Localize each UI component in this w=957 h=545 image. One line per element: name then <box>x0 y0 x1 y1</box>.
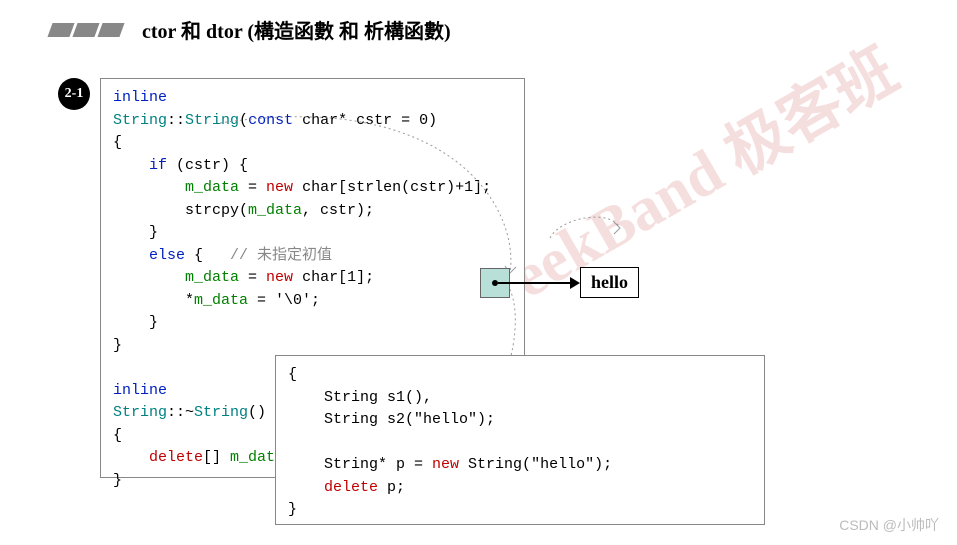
tok: ); <box>594 456 612 473</box>
tok: strcpy( <box>113 202 248 219</box>
tok-str: "hello" <box>531 456 594 473</box>
slide-number-badge: 2-1 <box>58 78 90 110</box>
kw-new: new <box>432 456 459 473</box>
tok: String s2( <box>288 411 414 428</box>
tok-mdata: m_data <box>194 292 248 309</box>
kw-inline: inline <box>113 382 167 399</box>
tok: p; <box>378 479 405 496</box>
tok: = <box>239 269 266 286</box>
tok: , cstr); <box>302 202 374 219</box>
tok <box>113 269 185 286</box>
tok: char[strlen(cstr)+1]; <box>293 179 491 196</box>
code-block-usage: { String s1(), String s2("hello"); Strin… <box>275 355 765 525</box>
tok: char* cstr = 0) <box>293 112 437 129</box>
arrow-line-icon <box>498 282 576 284</box>
tok-dtor: String <box>194 404 248 421</box>
tok: ::~ <box>167 404 194 421</box>
tok: , <box>423 389 432 406</box>
kw-new: new <box>266 179 293 196</box>
hello-label: hello <box>580 267 639 298</box>
watermark-footer: CSDN @小帅吖 <box>839 515 939 535</box>
tok: = <box>239 179 266 196</box>
tok-mdata: m_data <box>185 179 239 196</box>
kw-if: if <box>113 157 167 174</box>
tok: } <box>113 224 158 241</box>
kw-delete: delete <box>324 479 378 496</box>
tok <box>113 179 185 196</box>
kw-new: new <box>266 269 293 286</box>
tok: String* p = <box>288 456 432 473</box>
tok: } <box>113 472 122 489</box>
kw-inline: inline <box>113 89 167 106</box>
tok <box>113 449 149 466</box>
tok: (cstr) { <box>167 157 248 174</box>
tok: } <box>113 337 122 354</box>
header-stripes-icon <box>50 23 122 37</box>
tok: () <box>248 404 266 421</box>
kw-delete: delete <box>149 449 203 466</box>
tok: } <box>288 501 297 518</box>
tok-class: String <box>113 404 167 421</box>
tok: String s1() <box>288 389 423 406</box>
tok-mdata: m_data <box>185 269 239 286</box>
kw-const: const <box>248 112 293 129</box>
tok-str: "hello" <box>414 411 477 428</box>
tok <box>288 479 324 496</box>
tok: :: <box>167 112 185 129</box>
tok-ctor: String <box>185 112 239 129</box>
tok: { <box>113 134 122 151</box>
tok: = '\0'; <box>248 292 320 309</box>
tok: ); <box>477 411 495 428</box>
tok-class: String <box>113 112 167 129</box>
tok: * <box>113 292 194 309</box>
slide-title: ctor 和 dtor (構造函數 和 析構函數) <box>142 15 451 44</box>
kw-else: else <box>113 247 185 264</box>
tok: { <box>288 366 297 383</box>
arrow-head-icon <box>570 277 580 289</box>
tok: ( <box>239 112 248 129</box>
tok-mdata: m_data <box>248 202 302 219</box>
comment: // 未指定初值 <box>230 247 332 264</box>
slide-header: ctor 和 dtor (構造函數 和 析構函數) <box>0 0 957 44</box>
tok: { <box>185 247 230 264</box>
tok: char[1]; <box>293 269 374 286</box>
tok: String( <box>459 456 531 473</box>
tok: [] <box>203 449 230 466</box>
tok: } <box>113 314 158 331</box>
tok: { <box>113 427 122 444</box>
